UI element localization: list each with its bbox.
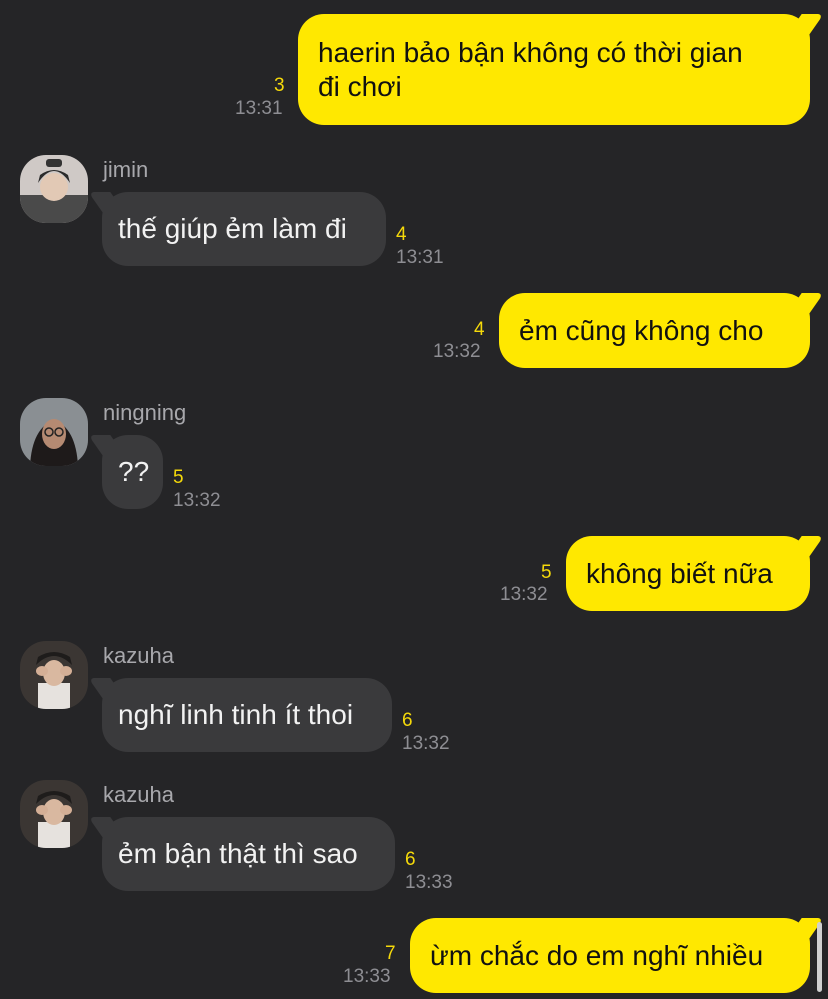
message-text: không biết nữa: [586, 557, 773, 589]
unread-count: 5: [541, 562, 552, 583]
message-text: ẻm bận thật thì sao: [118, 838, 358, 869]
scrollbar[interactable]: [817, 922, 822, 992]
avatar-jimin[interactable]: [20, 155, 88, 223]
chat-area[interactable]: haerin bảo bận không có thời gian đi chơ…: [0, 0, 828, 999]
message-text: đi chơi: [318, 70, 402, 102]
sender-name: kazuha: [103, 782, 174, 807]
message-time: 13:32: [402, 733, 450, 754]
message-text: haerin bảo bận không có thời gian: [318, 36, 743, 68]
incoming-message-bubble[interactable]: thế giúp ẻm làm đi: [88, 192, 386, 266]
avatar-ningning[interactable]: [20, 398, 88, 466]
outgoing-message-bubble[interactable]: haerin bảo bận không có thời gian đi chơ…: [298, 14, 824, 125]
unread-count: 4: [396, 224, 407, 245]
unread-count: 6: [405, 849, 416, 870]
message-time: 13:32: [500, 584, 548, 605]
unread-count: 6: [402, 710, 413, 731]
message-text: thế giúp ẻm làm đi: [118, 213, 347, 244]
unread-count: 4: [474, 319, 485, 340]
message-text: ??: [118, 456, 150, 487]
message-time: 13:32: [173, 490, 221, 511]
sender-name: ningning: [103, 400, 187, 425]
sender-name: jimin: [103, 157, 149, 182]
message-text: ừm chắc do em nghĩ nhiều: [430, 939, 764, 971]
unread-count: 5: [173, 467, 184, 488]
unread-count: 3: [274, 75, 285, 96]
sender-name: kazuha: [103, 643, 174, 668]
message-time: 13:32: [433, 341, 481, 362]
unread-count: 7: [385, 943, 396, 964]
message-time: 13:31: [396, 247, 444, 268]
avatar-kazuha[interactable]: [20, 641, 88, 709]
outgoing-message-bubble[interactable]: ẻm cũng không cho: [499, 293, 824, 368]
outgoing-message-bubble[interactable]: không biết nữa: [566, 536, 824, 611]
message-time: 13:31: [235, 98, 283, 119]
incoming-message-bubble[interactable]: ẻm bận thật thì sao: [88, 817, 395, 891]
outgoing-message-bubble[interactable]: ừm chắc do em nghĩ nhiều: [410, 918, 824, 993]
message-text: ẻm cũng không cho: [519, 314, 764, 346]
avatar-kazuha[interactable]: [20, 780, 88, 848]
message-time: 13:33: [405, 872, 453, 893]
incoming-message-bubble[interactable]: nghĩ linh tinh ít thoi: [88, 678, 392, 752]
incoming-message-bubble[interactable]: ??: [88, 435, 163, 509]
message-time: 13:33: [343, 966, 391, 987]
message-text: nghĩ linh tinh ít thoi: [118, 699, 354, 730]
